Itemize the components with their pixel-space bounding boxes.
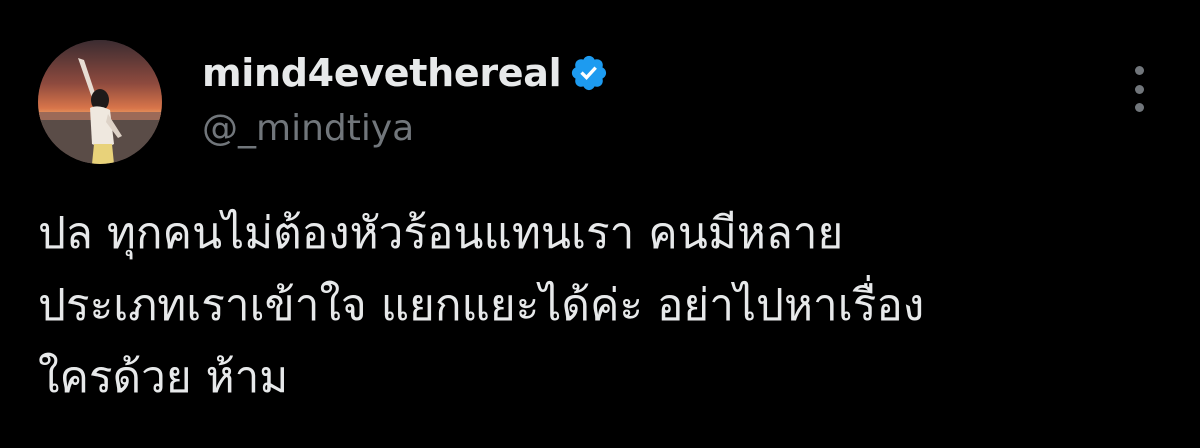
user-handle[interactable]: @_mindtiya <box>202 106 414 152</box>
tweet-text-line: ประเภทเราเข้าใจ แยกแยะได้ค่ะ อย่าไปหาเรื… <box>38 280 925 331</box>
avatar-image <box>38 40 162 164</box>
tweet-text: ปล ทุกคนไม่ต้องหัวร้อนแทนเรา คนมีหลาย ปร… <box>38 198 1168 414</box>
avatar[interactable] <box>38 40 162 164</box>
display-name[interactable]: mind4evethereal <box>202 51 562 95</box>
verified-badge-icon <box>569 53 609 93</box>
more-options-icon[interactable] <box>1124 66 1154 112</box>
tweet-text-line: ใครด้วย ห้าม <box>38 352 289 403</box>
tweet-text-line: ปล ทุกคนไม่ต้องหัวร้อนแทนเรา คนมีหลาย <box>38 208 844 259</box>
more-dot <box>1134 66 1144 75</box>
more-dot <box>1134 84 1144 94</box>
display-name-row: mind4evethereal <box>202 48 609 98</box>
tweet: mind4evethereal @_mindtiya ปล ทุกคนไม่ต้… <box>0 0 1200 448</box>
more-dot <box>1134 103 1144 112</box>
